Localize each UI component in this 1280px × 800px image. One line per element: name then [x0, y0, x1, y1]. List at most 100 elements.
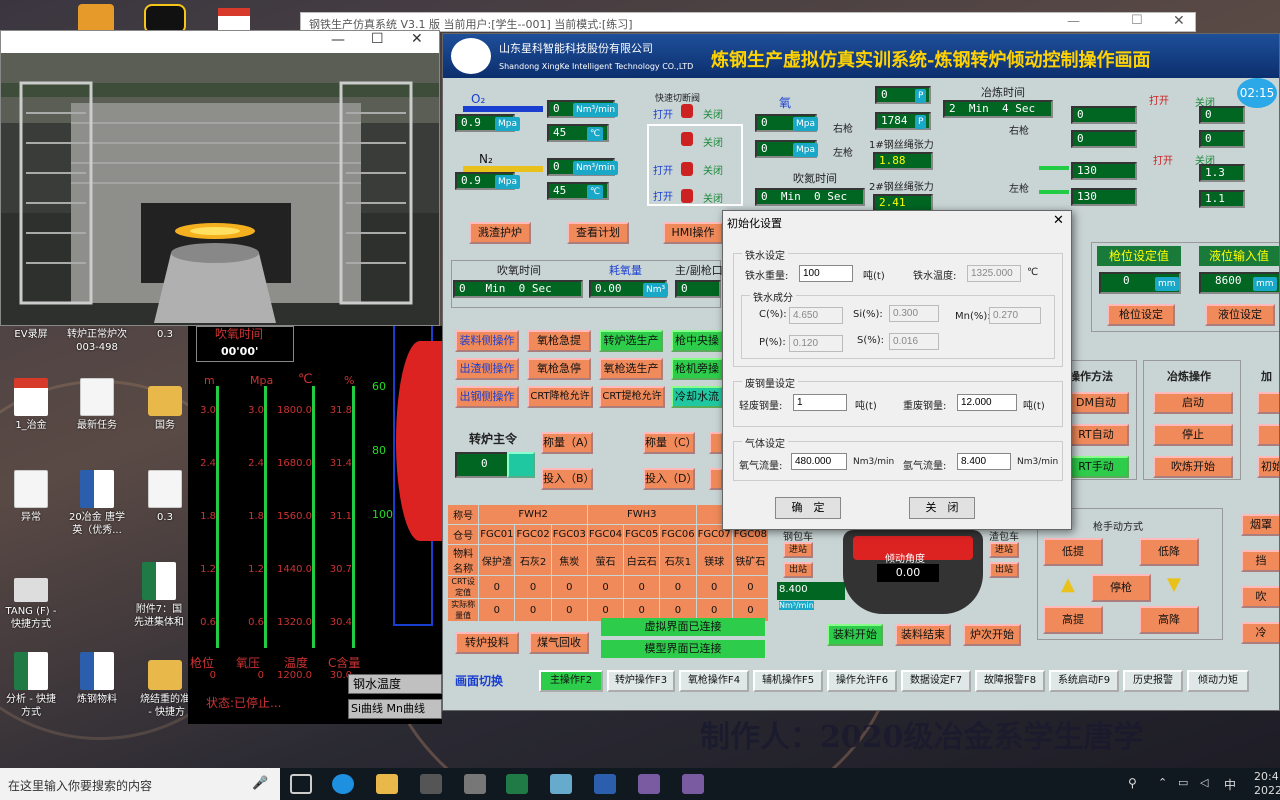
stop-button[interactable]: 停止 [1153, 424, 1233, 446]
heat-start-button[interactable]: 炉次开始 [963, 624, 1021, 646]
volume-icon[interactable]: ◁ [1200, 776, 1208, 789]
edge-icon[interactable] [332, 774, 354, 794]
ar-flow-input[interactable] [957, 453, 1011, 470]
desktop-icon[interactable]: TANG (F) - 快捷方式 [0, 568, 66, 631]
3d-window-titlebar[interactable]: — ☐ ✕ [1, 31, 439, 53]
close-icon[interactable]: ✕ [1173, 13, 1185, 29]
word-icon[interactable] [594, 774, 616, 794]
iron-weight-input[interactable] [799, 265, 853, 282]
slag-car-exit-button[interactable]: 出站 [989, 562, 1019, 578]
nav-main-op[interactable]: 主操作F2 [539, 670, 603, 692]
desktop-icon[interactable]: 转炉正常炉次 003-498 [62, 328, 132, 354]
network-icon[interactable]: ▭ [1178, 776, 1188, 789]
task-view-icon[interactable] [290, 774, 312, 794]
rt-manual-button[interactable]: RT手动 [1063, 456, 1129, 478]
dm-auto-button[interactable]: DM自动 [1063, 392, 1129, 414]
table-cell[interactable]: 0 [514, 575, 552, 599]
feed-f-button[interactable] [709, 468, 723, 490]
desktop-icon[interactable]: EV录屏 [0, 328, 66, 341]
cooling-water-button[interactable]: 冷却水流 [671, 386, 723, 408]
lance-production-button[interactable]: 氧枪选生产 [599, 358, 663, 380]
feed-b-button[interactable]: 投入（B） [541, 468, 595, 490]
slag-protect-button[interactable]: 溅渣护炉 [469, 222, 531, 244]
people-icon[interactable]: ⚲ [1128, 776, 1137, 790]
app-icon[interactable] [464, 774, 486, 794]
si-curve-tab[interactable]: Si曲线 [351, 702, 383, 715]
hmi-button[interactable]: HMI操作 [663, 222, 723, 244]
table-cell[interactable]: 0 [623, 575, 661, 599]
ime-indicator[interactable]: 中 [1224, 776, 1236, 793]
minimize-icon[interactable]: — [1067, 14, 1080, 29]
close-icon[interactable]: ✕ [411, 31, 423, 47]
tap-side-button[interactable]: 出钢侧操作 [455, 386, 519, 408]
converter-production-button[interactable]: 转炉选生产 [599, 330, 663, 352]
weigh-e-button[interactable] [709, 432, 723, 454]
lance-stop-button[interactable]: 氧枪急停 [527, 358, 591, 380]
feed-d-button[interactable]: 投入（D） [643, 468, 697, 490]
table-cell[interactable]: 0 [586, 575, 625, 599]
high-lower-button[interactable]: 高降 [1139, 606, 1199, 634]
lance-central-button[interactable]: 枪中央操 [671, 330, 723, 352]
close-icon[interactable]: ✕ [1053, 213, 1064, 228]
desktop-icon[interactable]: 最新任务 [62, 378, 132, 432]
3d-view-window[interactable]: — ☐ ✕ [0, 30, 440, 326]
nav-converter-op[interactable]: 转炉操作F3 [607, 670, 675, 692]
microphone-icon[interactable]: 🎤 [252, 776, 268, 791]
cool-button[interactable]: 冷 [1241, 622, 1279, 644]
o2-flow-input[interactable] [791, 453, 847, 470]
blow-start-button[interactable]: 吹炼开始 [1153, 456, 1233, 478]
nav-data-set[interactable]: 数据设定F7 [901, 670, 971, 692]
weigh-c-button[interactable]: 称量（C） [643, 432, 697, 454]
hood-button[interactable]: 烟罩 [1241, 514, 1279, 536]
stop-lance-button[interactable]: 停枪 [1091, 574, 1151, 602]
lance-side-button[interactable]: 枪机旁操 [671, 358, 723, 380]
load-end-button[interactable]: 装料结束 [895, 624, 951, 646]
high-lift-button[interactable]: 高提 [1043, 606, 1103, 634]
load-start-button[interactable]: 装料开始 [827, 624, 883, 646]
init-button[interactable]: 初始 [1257, 456, 1279, 478]
explorer-icon[interactable] [376, 774, 398, 794]
dialog-close-button[interactable]: 关 闭 [909, 497, 975, 519]
curve-tabs[interactable]: Si曲线 Mn曲线 [348, 699, 442, 719]
maximize-icon[interactable]: ☐ [371, 31, 384, 47]
lance-lift-button[interactable]: 氧枪急提 [527, 330, 591, 352]
baffle-button[interactable]: 挡 [1241, 550, 1279, 572]
table-cell[interactable]: 0 [550, 575, 588, 599]
desktop-icon[interactable]: 炼钢物料 [62, 652, 132, 706]
desktop-icon[interactable]: 20冶金 唐学 英（优秀... [62, 470, 132, 537]
slag-car-enter-button[interactable]: 进站 [989, 542, 1019, 558]
nav-history[interactable]: 历史报警 [1123, 670, 1183, 692]
steel-car-exit-button[interactable]: 出站 [783, 562, 813, 578]
blow-button[interactable]: 吹 [1241, 586, 1279, 608]
app-icon[interactable] [682, 774, 704, 794]
weigh-a-button[interactable]: 称量（A） [541, 432, 595, 454]
view-plan-button[interactable]: 查看计划 [567, 222, 629, 244]
chevron-up-icon[interactable]: ⌃ [1158, 776, 1167, 789]
table-cell[interactable]: 0 [659, 575, 697, 599]
ok-button[interactable]: 确 定 [775, 497, 841, 519]
nav-aux-op[interactable]: 辅机操作F5 [753, 670, 823, 692]
steel-car-enter-button[interactable]: 进站 [783, 542, 813, 558]
valve-icon[interactable] [681, 104, 693, 118]
minimize-icon[interactable]: — [331, 32, 345, 48]
maximize-icon[interactable]: ☐ [1131, 13, 1143, 28]
rt-auto-button[interactable]: RT自动 [1063, 424, 1129, 446]
desktop-icon[interactable]: 异常 [0, 470, 66, 524]
add-button-2[interactable] [1257, 424, 1279, 446]
clock[interactable]: 20:42022/ [1254, 770, 1280, 798]
steel-temp-tab[interactable]: 钢水温度 [348, 674, 442, 694]
charge-side-button[interactable]: 装料侧操作 [455, 330, 519, 352]
nav-tilt-torque[interactable]: 倾动力矩 [1187, 670, 1249, 692]
table-cell[interactable]: 0 [731, 575, 770, 599]
heavy-scrap-input[interactable] [957, 394, 1017, 411]
converter-feed-button[interactable]: 转炉投料 [455, 632, 519, 654]
desktop-icon[interactable]: 1_治金 [0, 378, 66, 432]
slag-side-button[interactable]: 出渣侧操作 [455, 358, 519, 380]
light-scrap-input[interactable] [793, 394, 847, 411]
gas-recovery-button[interactable]: 煤气回收 [529, 632, 589, 654]
lance-setpoint-button[interactable]: 枪位设定 [1107, 304, 1175, 326]
liquid-setpoint-button[interactable]: 液位设定 [1205, 304, 1275, 326]
crt-lower-button[interactable]: CRT降枪允许 [527, 386, 593, 408]
app-icon[interactable] [550, 774, 572, 794]
stepper-icon[interactable] [507, 452, 535, 478]
